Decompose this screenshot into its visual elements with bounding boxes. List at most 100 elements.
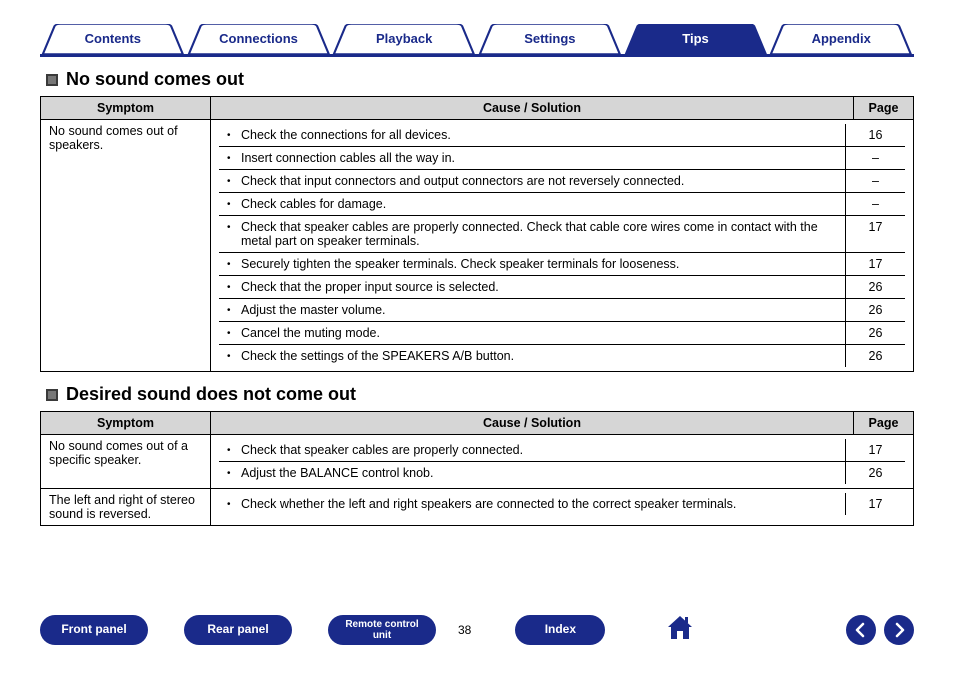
remote-control-button[interactable]: Remote control unit [328,615,436,645]
page-none: – [872,151,879,165]
cause-row: Check the connections for all devices. 1… [219,124,905,146]
cause-text: Check that the proper input source is se… [241,280,499,294]
cause-text: Cancel the muting mode. [241,326,380,340]
top-tabs: Contents Connections Playback Settings T… [40,24,914,57]
page-link[interactable]: 16 [869,128,883,142]
tab-contents[interactable]: Contents [40,24,186,54]
tab-playback[interactable]: Playback [331,24,477,54]
button-label: Remote control unit [338,619,426,641]
section-heading-no-sound: No sound comes out [40,69,914,90]
page-link[interactable]: 17 [869,220,883,234]
bottom-nav: Front panel Rear panel Remote control un… [40,614,914,645]
col-cause: Cause / Solution [211,412,854,435]
symptom-cell: No sound comes out of speakers. [41,120,211,372]
bullet-icon [227,174,241,188]
tab-connections[interactable]: Connections [186,24,332,54]
cause-row: Adjust the BALANCE control knob. 26 [219,461,905,484]
bullet-icon [227,303,241,317]
table-row: The left and right of stereo sound is re… [41,489,914,526]
tab-label: Appendix [812,31,871,46]
table-header-row: Symptom Cause / Solution Page [41,97,914,120]
page-link[interactable]: 17 [869,497,883,511]
tab-settings[interactable]: Settings [477,24,623,54]
bullet-icon [227,443,241,457]
page-link[interactable]: 26 [869,326,883,340]
page-link[interactable]: 26 [869,303,883,317]
tab-tips[interactable]: Tips [623,24,769,54]
bullet-icon [227,257,241,271]
table-header-row: Symptom Cause / Solution Page [41,412,914,435]
table-desired-sound: Symptom Cause / Solution Page No sound c… [40,411,914,526]
bullet-icon [227,197,241,211]
bullet-icon [227,128,241,142]
col-symptom: Symptom [41,412,211,435]
cause-row: Check the settings of the SPEAKERS A/B b… [219,344,905,367]
cause-stack: Check that speaker cables are properly c… [211,435,914,489]
cause-text: Check that speaker cables are properly c… [241,443,523,457]
cause-row: Insert connection cables all the way in.… [219,146,905,169]
cause-text: Securely tighten the speaker terminals. … [241,257,679,271]
page-link[interactable]: 26 [869,349,883,363]
prev-page-button[interactable] [846,615,876,645]
table-no-sound: Symptom Cause / Solution Page No sound c… [40,96,914,372]
tab-label: Connections [219,31,298,46]
page-link[interactable]: 17 [869,257,883,271]
cause-row: Check whether the left and right speaker… [219,493,905,515]
page-none: – [872,174,879,188]
section-title: No sound comes out [66,69,244,90]
symptom-cell: The left and right of stereo sound is re… [41,489,211,526]
cause-text: Check the connections for all devices. [241,128,451,142]
bullet-icon [227,349,241,363]
cause-row: Check that input connectors and output c… [219,169,905,192]
button-label: Rear panel [207,623,268,636]
cause-text: Adjust the master volume. [241,303,386,317]
cause-stack: Check whether the left and right speaker… [211,489,914,526]
tab-label: Tips [682,31,709,46]
bullet-icon [227,151,241,165]
cause-row: Check that speaker cables are properly c… [219,215,905,252]
page-link[interactable]: 17 [869,443,883,457]
bullet-icon [227,497,241,511]
cause-row: Adjust the master volume. 26 [219,298,905,321]
table-row: No sound comes out of speakers. Check th… [41,120,914,372]
cause-row: Check cables for damage. – [219,192,905,215]
cause-row: Cancel the muting mode. 26 [219,321,905,344]
cause-text: Check the settings of the SPEAKERS A/B b… [241,349,514,363]
cause-stack: Check the connections for all devices. 1… [211,120,914,372]
square-bullet-icon [46,74,58,86]
col-page: Page [854,412,914,435]
table-row: No sound comes out of a specific speaker… [41,435,914,489]
index-button[interactable]: Index [515,615,605,645]
button-label: Front panel [61,623,126,636]
cause-text: Check cables for damage. [241,197,386,211]
next-page-button[interactable] [884,615,914,645]
tab-label: Contents [85,31,141,46]
tab-label: Playback [376,31,432,46]
square-bullet-icon [46,389,58,401]
col-page: Page [854,97,914,120]
bullet-icon [227,280,241,294]
section-heading-desired-sound: Desired sound does not come out [40,384,914,405]
page-none: – [872,197,879,211]
cause-row: Check that the proper input source is se… [219,275,905,298]
cause-row: Securely tighten the speaker terminals. … [219,252,905,275]
section-title: Desired sound does not come out [66,384,356,405]
button-label: Index [545,623,576,636]
page-link[interactable]: 26 [869,280,883,294]
cause-text: Insert connection cables all the way in. [241,151,455,165]
home-icon[interactable] [665,614,695,645]
bullet-icon [227,326,241,340]
col-cause: Cause / Solution [211,97,854,120]
bullet-icon [227,220,241,248]
page-number: 38 [458,623,471,637]
cause-text: Adjust the BALANCE control knob. [241,466,433,480]
cause-text: Check that speaker cables are properly c… [241,220,837,248]
page-link[interactable]: 26 [869,466,883,480]
front-panel-button[interactable]: Front panel [40,615,148,645]
col-symptom: Symptom [41,97,211,120]
rear-panel-button[interactable]: Rear panel [184,615,292,645]
bullet-icon [227,466,241,480]
cause-row: Check that speaker cables are properly c… [219,439,905,461]
tab-appendix[interactable]: Appendix [768,24,914,54]
symptom-cell: No sound comes out of a specific speaker… [41,435,211,489]
